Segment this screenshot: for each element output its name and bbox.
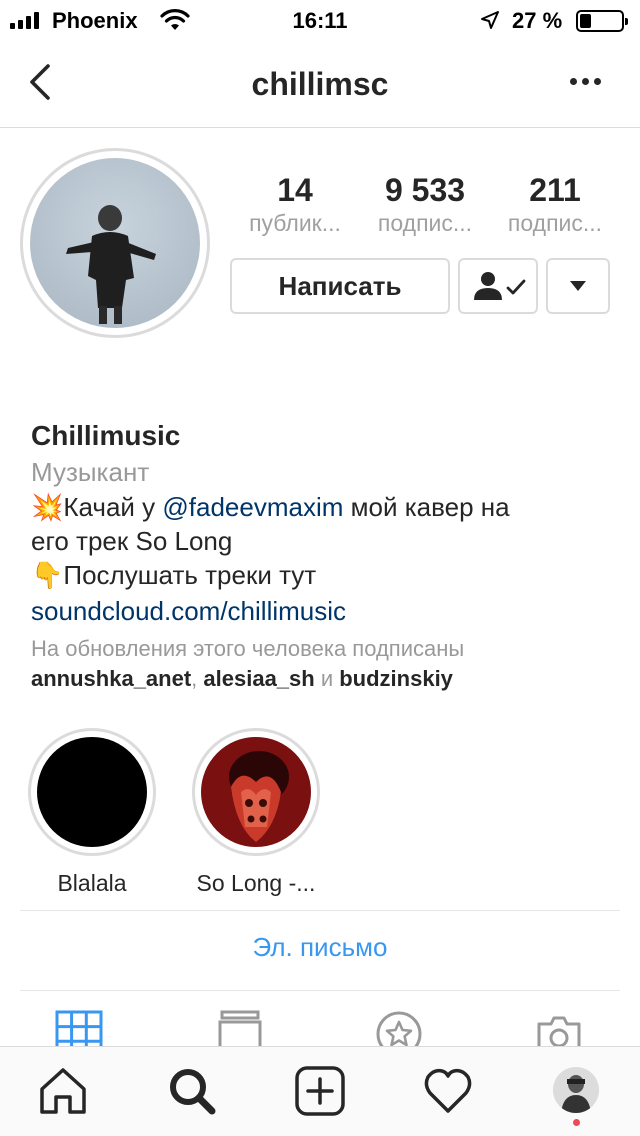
profile-avatar[interactable] xyxy=(20,148,210,338)
saved-star-icon[interactable] xyxy=(375,1010,423,1048)
profile-bio: Chillimusic Музыкант 💥Качай у @fadeevmax… xyxy=(31,418,611,694)
follower-name[interactable]: annushka_anet xyxy=(31,666,191,691)
bio-line-1: 💥Качай у @fadeevmaxim мой кавер на xyxy=(31,492,510,522)
profile-stats: 14 публик... 9 533 подпис... 211 подпис.… xyxy=(230,172,620,237)
search-icon[interactable] xyxy=(166,1065,218,1117)
highlight-ring xyxy=(192,728,320,856)
status-bar: Phoenix 16:11 27 % xyxy=(0,0,640,40)
profile-tab-avatar[interactable] xyxy=(553,1067,599,1113)
bio-line-2: его трек So Long xyxy=(31,526,233,556)
location-arrow-icon xyxy=(481,11,499,29)
notification-dot xyxy=(573,1119,580,1126)
battery-percent: 27 % xyxy=(512,8,563,33)
profile-photo xyxy=(30,158,200,328)
highlight-label: So Long -... xyxy=(196,870,316,896)
navigation-bar: chillimsc xyxy=(0,40,640,128)
story-highlight[interactable]: Blalala xyxy=(26,728,158,897)
bio-line-3: 👇Послушать треки тут xyxy=(31,560,317,590)
profile-username-title: chillimsc xyxy=(251,66,389,102)
more-options-icon[interactable] xyxy=(560,66,610,96)
mention-link[interactable]: @fadeevmaxim xyxy=(162,492,343,522)
highlight-cover xyxy=(201,737,311,847)
home-icon[interactable] xyxy=(37,1065,89,1117)
display-name: Chillimusic xyxy=(31,420,181,451)
email-button[interactable]: Эл. письмо xyxy=(0,932,640,963)
following-button[interactable] xyxy=(458,258,538,314)
pointing-down-emoji: 👇 xyxy=(31,560,64,590)
highlight-cover xyxy=(37,737,147,847)
followed-by-label: На обновления этого человека подписаны xyxy=(31,636,465,661)
heart-icon[interactable] xyxy=(422,1065,474,1117)
user-check-icon xyxy=(474,272,526,300)
battery-icon xyxy=(576,10,628,32)
tagged-photo-icon[interactable] xyxy=(535,1010,583,1048)
followed-by-list[interactable]: annushka_anet, alesiaa_sh и budzinskiy xyxy=(31,664,611,694)
add-post-icon[interactable] xyxy=(294,1065,346,1117)
followers-label: подпис... xyxy=(377,210,473,236)
grid-icon[interactable] xyxy=(55,1010,103,1048)
posts-stat[interactable]: 14 публик... xyxy=(231,172,359,237)
posts-count: 14 xyxy=(277,172,313,208)
followers-stat[interactable]: 9 533 подпис... xyxy=(361,172,489,237)
following-stat[interactable]: 211 подпис... xyxy=(491,172,619,237)
followers-count: 9 533 xyxy=(384,172,466,208)
message-button[interactable]: Написать xyxy=(230,258,450,314)
suggested-dropdown-button[interactable] xyxy=(546,258,610,314)
caret-down-icon xyxy=(570,281,586,291)
posts-label: публик... xyxy=(249,210,341,236)
profile-tabs xyxy=(0,992,640,1048)
divider xyxy=(20,910,620,911)
profile-category: Музыкант xyxy=(31,457,150,487)
divider xyxy=(20,990,620,991)
feed-list-icon[interactable] xyxy=(216,1010,264,1048)
bottom-tab-bar xyxy=(0,1046,640,1136)
highlight-label: Blalala xyxy=(57,870,127,896)
following-label: подпис... xyxy=(507,210,603,236)
follower-name[interactable]: budzinskiy xyxy=(339,666,453,691)
collision-emoji: 💥 xyxy=(31,492,64,522)
follower-name[interactable]: alesiaa_sh xyxy=(203,666,314,691)
story-highlight[interactable]: So Long -... xyxy=(190,728,322,897)
following-count: 211 xyxy=(529,172,581,208)
highlight-ring xyxy=(28,728,156,856)
website-link[interactable]: soundcloud.com/chillimusic xyxy=(31,592,611,630)
